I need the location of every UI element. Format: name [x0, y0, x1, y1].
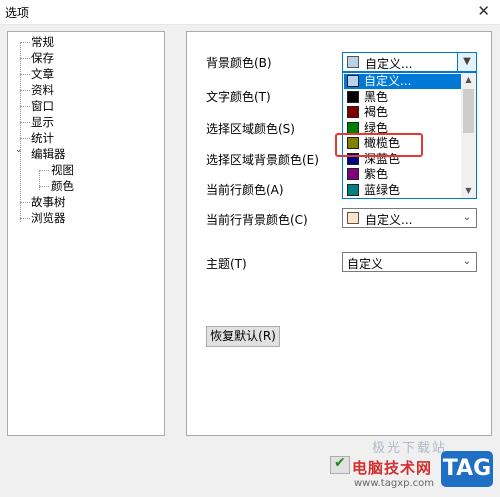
- chevron-down-icon[interactable]: ⌄: [458, 253, 476, 271]
- text-color-label: 文字颜色(T): [206, 90, 271, 104]
- tree-item-window[interactable]: 窗口: [31, 99, 54, 113]
- tree-item-browser[interactable]: 浏览器: [31, 211, 66, 225]
- restore-defaults-button[interactable]: 恢复默认(R): [206, 326, 280, 347]
- color-option-label: 自定义...: [364, 74, 412, 88]
- tree-item-editor[interactable]: 编辑器: [31, 147, 66, 161]
- options-tree: 常规 保存 文章 资料 窗口 显示 统计 ⌄ 编辑器 视图 颜色 故事树 浏览器: [7, 31, 165, 436]
- chevron-down-icon[interactable]: ⌄: [458, 209, 476, 227]
- current-line-bg-value: 自定义...: [365, 213, 413, 227]
- theme-combo[interactable]: 自定义 ⌄: [342, 252, 477, 272]
- ok-button[interactable]: ✔: [330, 455, 350, 474]
- title-bar: 选项 ✕: [0, 0, 500, 25]
- tag-logo: TAG: [441, 451, 493, 487]
- tree-item-general[interactable]: 常规: [31, 35, 54, 49]
- color-option-label: 紫色: [364, 167, 389, 181]
- color-option[interactable]: 褐色: [344, 105, 463, 120]
- color-swatch: [347, 121, 359, 134]
- watermark-top: 极光下载站: [372, 441, 448, 456]
- tree-item-save[interactable]: 保存: [31, 51, 54, 65]
- current-line-color-label: 当前行颜色(A): [206, 183, 284, 197]
- bg-color-combo[interactable]: 自定义... ▼: [342, 52, 477, 72]
- bg-color-label: 背景颜色(B): [206, 56, 272, 70]
- color-option-label: 蓝绿色: [364, 182, 401, 197]
- theme-value: 自定义: [347, 257, 384, 271]
- tree-item-story-tree[interactable]: 故事树: [31, 195, 66, 209]
- highlight-annotation: [335, 133, 423, 157]
- dropdown-scrollbar[interactable]: ▲ ▼: [461, 73, 476, 198]
- scroll-up-icon[interactable]: ▲: [461, 73, 476, 87]
- tree-item-statistics[interactable]: 统计: [31, 131, 54, 145]
- color-swatch: [347, 56, 359, 68]
- color-swatch: [347, 183, 359, 196]
- watermark-text: 电脑技术网: [352, 459, 433, 477]
- tree-expander-icon[interactable]: ⌄: [15, 145, 23, 155]
- current-line-bg-combo[interactable]: 自定义... ⌄: [342, 208, 477, 228]
- theme-label: 主题(T): [206, 257, 247, 271]
- selection-color-label: 选择区域颜色(S): [206, 122, 295, 136]
- tree-item-data[interactable]: 资料: [31, 83, 54, 97]
- color-option[interactable]: 紫色: [344, 167, 463, 182]
- scroll-thumb[interactable]: [463, 89, 474, 133]
- color-swatch: [347, 106, 359, 118]
- current-line-bg-color-label: 当前行背景颜色(C): [206, 213, 308, 227]
- selection-bg-color-label: 选择区域背景颜色(E): [206, 153, 319, 167]
- tree-item-article[interactable]: 文章: [31, 67, 54, 81]
- tree-guide-line: [20, 42, 21, 222]
- color-swatch: [347, 212, 359, 224]
- chevron-down-icon[interactable]: ▼: [457, 53, 476, 71]
- tree-item-display[interactable]: 显示: [31, 115, 54, 129]
- color-option-label: 褐色: [364, 105, 389, 119]
- color-option[interactable]: 蓝绿色: [344, 183, 463, 198]
- color-option-label: 黑色: [364, 89, 389, 104]
- tree-guide-line-child: [39, 170, 40, 190]
- color-swatch: [347, 168, 359, 180]
- color-swatch: [347, 75, 359, 87]
- close-icon[interactable]: ✕: [477, 2, 490, 20]
- color-option[interactable]: 黑色: [344, 90, 463, 105]
- tree-item-colors[interactable]: 颜色: [51, 179, 74, 193]
- window-title: 选项: [5, 6, 30, 20]
- tree-item-view[interactable]: 视图: [51, 163, 74, 177]
- check-icon: ✔: [334, 455, 346, 471]
- color-option[interactable]: 自定义...: [344, 74, 463, 89]
- scroll-down-icon[interactable]: ▼: [461, 184, 476, 198]
- watermark-url: www.tagxp.com: [354, 478, 434, 489]
- bg-color-value: 自定义...: [365, 57, 413, 71]
- color-swatch: [347, 90, 359, 103]
